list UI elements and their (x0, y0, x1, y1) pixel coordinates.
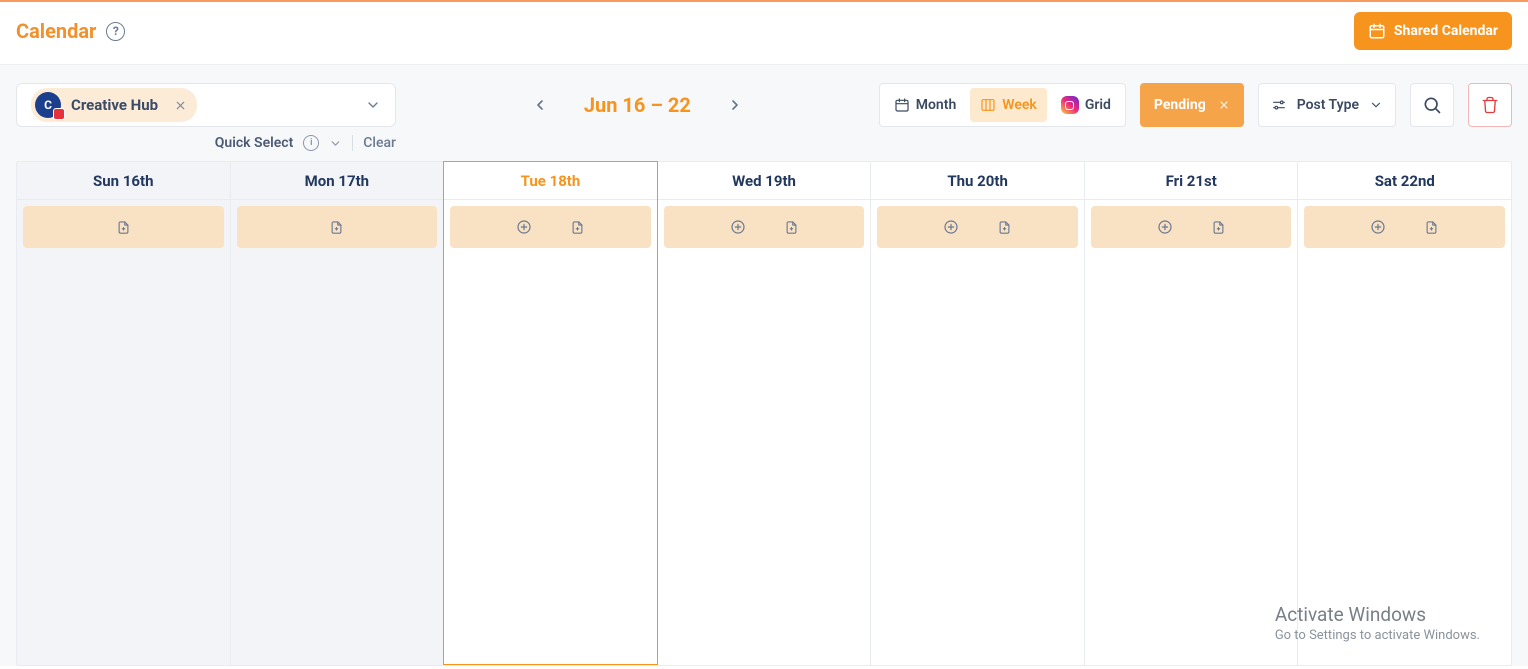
day-header: Tue 18th (444, 162, 657, 200)
sliders-icon (1271, 97, 1287, 113)
view-grid-label: Grid (1085, 97, 1111, 113)
add-note-button[interactable] (570, 220, 585, 235)
page-title: Calendar (16, 19, 96, 43)
day-column: Sun 16th (17, 162, 231, 665)
day-column: Sat 22nd (1298, 162, 1511, 665)
day-header: Thu 20th (871, 162, 1084, 200)
day-body[interactable] (231, 248, 444, 665)
day-action-bar (23, 206, 224, 248)
day-column: Tue 18th (443, 161, 658, 665)
add-note-button[interactable] (1424, 220, 1439, 235)
calendar-icon (894, 97, 910, 113)
day-header: Wed 19th (658, 162, 871, 200)
day-action-bar (1304, 206, 1505, 248)
quick-select-row: Quick Select i Clear (16, 127, 1512, 159)
day-body[interactable] (658, 248, 871, 665)
day-body[interactable] (871, 248, 1084, 665)
add-note-button[interactable] (116, 220, 131, 235)
day-action-bar (450, 206, 651, 248)
prev-week-button[interactable] (526, 91, 554, 119)
add-post-button[interactable] (516, 219, 532, 235)
chevron-down-icon (1369, 98, 1383, 112)
day-column: Thu 20th (871, 162, 1085, 665)
info-icon[interactable]: i (303, 135, 319, 151)
shared-calendar-button[interactable]: Shared Calendar (1354, 12, 1512, 50)
shared-calendar-label: Shared Calendar (1394, 23, 1498, 39)
day-column: Mon 17th (231, 162, 445, 665)
day-header: Mon 17th (231, 162, 444, 200)
workspace-chip: C Creative Hub (31, 88, 197, 122)
view-week-button[interactable]: Week (970, 88, 1047, 122)
help-icon[interactable]: ? (106, 22, 125, 41)
week-grid: Sun 16thMon 17thTue 18thWed 19thThu 20th… (16, 161, 1512, 666)
date-range-label: Jun 16 – 22 (584, 93, 691, 117)
day-action-bar (237, 206, 438, 248)
add-post-button[interactable] (1370, 219, 1386, 235)
filter-pending-label: Pending (1154, 97, 1206, 113)
day-body[interactable] (1085, 248, 1298, 665)
search-button[interactable] (1410, 83, 1454, 127)
trash-icon (1481, 96, 1499, 114)
page-header: Calendar ? Shared Calendar (0, 2, 1528, 65)
day-column: Fri 21st (1085, 162, 1299, 665)
add-post-button[interactable] (730, 219, 746, 235)
toolbar: C Creative Hub Jun 16 – 22 (16, 83, 1512, 127)
add-post-button[interactable] (943, 219, 959, 235)
columns-icon (980, 97, 996, 113)
search-icon (1422, 95, 1442, 115)
chevron-down-icon[interactable] (365, 97, 381, 113)
day-action-bar (1091, 206, 1292, 248)
workspace-avatar: C (35, 92, 61, 118)
workspace-avatar-letter: C (44, 98, 52, 112)
instagram-icon (1061, 96, 1079, 114)
day-header: Sun 16th (17, 162, 230, 200)
post-type-dropdown[interactable]: Post Type (1258, 83, 1396, 127)
day-header: Fri 21st (1085, 162, 1298, 200)
quick-select-clear[interactable]: Clear (363, 135, 396, 151)
day-header: Sat 22nd (1298, 162, 1511, 200)
view-month-label: Month (916, 97, 957, 113)
chevron-down-icon[interactable] (329, 137, 342, 150)
add-note-button[interactable] (997, 220, 1012, 235)
day-action-bar (877, 206, 1078, 248)
add-note-button[interactable] (329, 220, 344, 235)
day-body[interactable] (17, 248, 230, 665)
workspace-remove-icon[interactable] (174, 99, 187, 112)
calendar-share-icon (1368, 22, 1386, 40)
day-column: Wed 19th (658, 162, 872, 665)
filter-pending-chip[interactable]: Pending (1140, 83, 1244, 127)
day-body[interactable] (444, 248, 657, 664)
add-note-button[interactable] (1211, 220, 1226, 235)
close-icon[interactable] (1218, 99, 1230, 111)
separator (352, 135, 353, 151)
day-action-bar (664, 206, 865, 248)
view-grid-button[interactable]: Grid (1051, 88, 1121, 122)
day-body[interactable] (1298, 248, 1511, 665)
youtube-badge-icon (53, 108, 65, 120)
next-week-button[interactable] (721, 91, 749, 119)
quick-select-label: Quick Select (215, 135, 294, 151)
add-post-button[interactable] (1157, 219, 1173, 235)
view-switch: Month Week Grid (879, 83, 1126, 127)
view-week-label: Week (1002, 97, 1037, 113)
view-month-button[interactable]: Month (884, 88, 967, 122)
trash-button[interactable] (1468, 83, 1512, 127)
workspace-selector[interactable]: C Creative Hub (16, 83, 396, 127)
add-note-button[interactable] (784, 220, 799, 235)
post-type-label: Post Type (1297, 97, 1359, 113)
workspace-name: Creative Hub (71, 96, 158, 114)
